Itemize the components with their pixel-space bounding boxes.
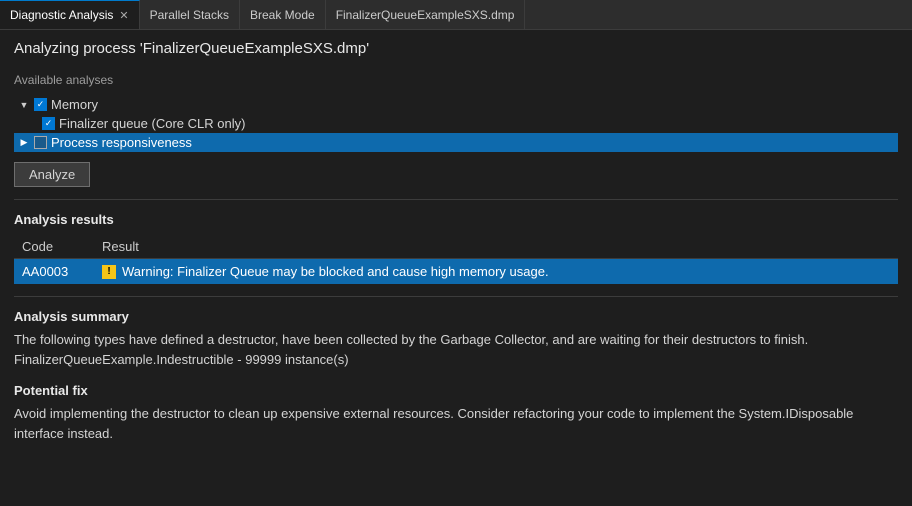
result-text: ! Warning: Finalizer Queue may be blocke… (94, 259, 898, 285)
tree-row-process-responsiveness[interactable]: ▶ Process responsiveness (14, 133, 898, 152)
tab-dmpfile-label: FinalizerQueueExampleSXS.dmp (336, 8, 515, 22)
warning-icon: ! (102, 265, 116, 279)
finalizer-label: Finalizer queue (Core CLR only) (59, 116, 245, 131)
results-title: Analysis results (14, 212, 898, 227)
tree-row-finalizer-queue[interactable]: ✓ Finalizer queue (Core CLR only) (14, 114, 898, 133)
tab-bar: Diagnostic Analysis ✕ Parallel Stacks Br… (0, 0, 912, 30)
potential-fix-text: Avoid implementing the destructor to cle… (14, 404, 898, 443)
tab-diagnostic[interactable]: Diagnostic Analysis ✕ (0, 0, 140, 29)
main-content: Analyzing process 'FinalizerQueueExample… (0, 30, 912, 506)
summary-text-2: FinalizerQueueExample.Indestructible - 9… (14, 352, 349, 367)
tab-breakmode[interactable]: Break Mode (240, 0, 326, 29)
result-code: AA0003 (14, 259, 94, 285)
summary-text-1: The following types have defined a destr… (14, 332, 808, 347)
results-table: Code Result AA0003 ! Warning: Finalizer … (14, 235, 898, 284)
col-result: Result (94, 235, 898, 259)
tab-dmpfile[interactable]: FinalizerQueueExampleSXS.dmp (326, 0, 526, 29)
tab-parallel[interactable]: Parallel Stacks (140, 0, 240, 29)
results-table-header: Code Result (14, 235, 898, 259)
process-responsiveness-label: Process responsiveness (51, 135, 192, 150)
potential-fix-title: Potential fix (14, 383, 898, 398)
result-message: Warning: Finalizer Queue may be blocked … (122, 264, 549, 279)
available-analyses-label: Available analyses (14, 73, 898, 87)
summary-title: Analysis summary (14, 309, 898, 324)
col-code: Code (14, 235, 94, 259)
tab-parallel-label: Parallel Stacks (150, 8, 229, 22)
tree-row-memory[interactable]: ▼ ✓ Memory (14, 95, 898, 114)
finalizer-checkbox[interactable]: ✓ (42, 117, 55, 130)
process-responsiveness-chevron-icon: ▶ (18, 137, 30, 149)
tab-close-icon[interactable]: ✕ (119, 9, 128, 22)
divider-2 (14, 296, 898, 297)
summary-text: The following types have defined a destr… (14, 330, 898, 369)
page-title: Analyzing process 'FinalizerQueueExample… (14, 40, 898, 57)
tab-diagnostic-label: Diagnostic Analysis (10, 8, 113, 22)
tab-breakmode-label: Break Mode (250, 8, 315, 22)
memory-chevron-icon: ▼ (18, 99, 30, 111)
analyze-button[interactable]: Analyze (14, 162, 90, 187)
process-responsiveness-checkbox[interactable] (34, 136, 47, 149)
memory-label: Memory (51, 97, 98, 112)
divider-1 (14, 199, 898, 200)
table-row[interactable]: AA0003 ! Warning: Finalizer Queue may be… (14, 259, 898, 285)
memory-checkbox[interactable]: ✓ (34, 98, 47, 111)
